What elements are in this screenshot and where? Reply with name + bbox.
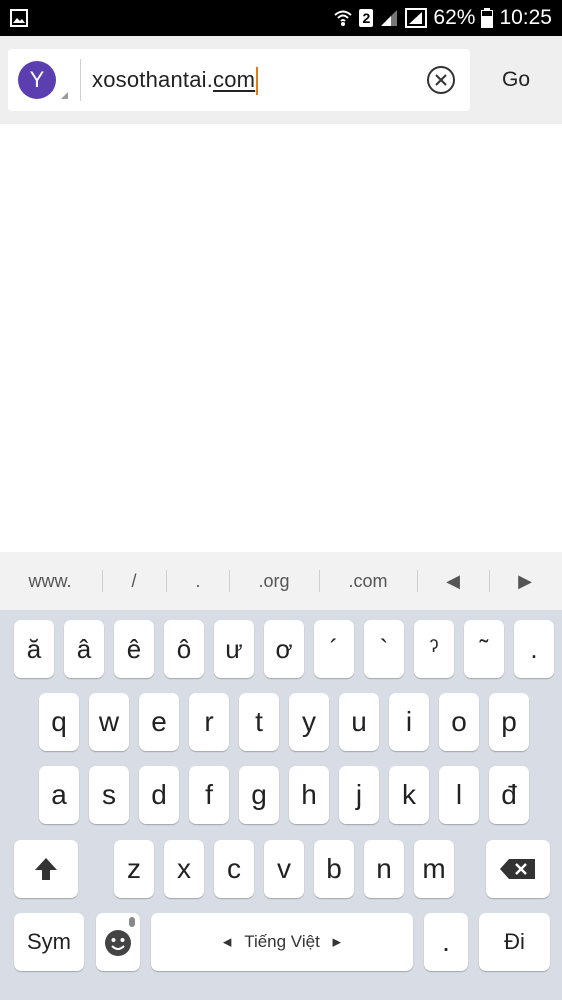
address-bar: Y xosothantai.com Go	[0, 36, 562, 124]
key[interactable]: i	[389, 693, 429, 751]
signal-icon	[381, 10, 398, 26]
key[interactable]: m	[414, 840, 454, 898]
key[interactable]: p	[489, 693, 529, 751]
sim-badge: 2	[359, 9, 374, 27]
key[interactable]: t	[239, 693, 279, 751]
url-text-plain: xosothantai.	[92, 67, 214, 92]
sym-key[interactable]: Sym	[14, 913, 84, 971]
url-text-composing: com	[213, 67, 256, 92]
emoji-icon	[105, 930, 131, 956]
suggestion-strip: www. / . .org .com ◀ ▶	[0, 552, 562, 610]
divider	[417, 570, 418, 592]
suggestion-org[interactable]: .org	[231, 552, 317, 610]
suggestion-dot[interactable]: .	[168, 552, 228, 610]
suggestion-www[interactable]: www.	[10, 552, 90, 610]
key[interactable]: v	[264, 840, 304, 898]
key[interactable]: h	[289, 766, 329, 824]
url-divider	[80, 59, 81, 101]
key[interactable]: s	[89, 766, 129, 824]
key[interactable]: ơ	[264, 620, 304, 678]
suggestion-com[interactable]: .com	[321, 552, 415, 610]
divider	[229, 570, 230, 592]
divider	[319, 570, 320, 592]
key[interactable]: f	[189, 766, 229, 824]
battery-percent: 62%	[433, 6, 476, 29]
space-key[interactable]: ◂ Tiếng Việt ▸	[151, 913, 413, 971]
backspace-key[interactable]	[486, 840, 550, 898]
key[interactable]: g	[239, 766, 279, 824]
backspace-icon	[500, 859, 535, 879]
status-right: 2 62% 10:25	[333, 0, 552, 36]
url-input[interactable]: xosothantai.com	[92, 63, 259, 97]
key[interactable]: r	[189, 693, 229, 751]
key[interactable]: e	[139, 693, 179, 751]
divider	[489, 570, 490, 592]
text-cursor	[256, 67, 259, 96]
key[interactable]: .	[514, 620, 554, 678]
cursor-left-icon[interactable]: ◀	[419, 552, 487, 610]
signal-icon	[405, 8, 428, 28]
key[interactable]: b	[314, 840, 354, 898]
key[interactable]: k	[389, 766, 429, 824]
key[interactable]: u	[339, 693, 379, 751]
key[interactable]: ˀ	[414, 620, 454, 678]
mic-icon	[129, 917, 135, 927]
key[interactable]: ê	[114, 620, 154, 678]
keyboard: Sym ◂ Tiếng Việt ▸ . Đi ă â ê ô ư ơ ´ ` ˀ ˜. q w e r t…	[0, 610, 562, 1000]
shift-icon	[35, 858, 57, 880]
key[interactable]: ô	[164, 620, 204, 678]
battery-icon	[481, 8, 494, 28]
key[interactable]: `	[364, 620, 404, 678]
suggestion-slash[interactable]: /	[104, 552, 164, 610]
key[interactable]: o	[439, 693, 479, 751]
key[interactable]: đ	[489, 766, 529, 824]
emoji-key[interactable]	[96, 913, 140, 971]
key[interactable]: x	[164, 840, 204, 898]
divider	[102, 570, 103, 592]
divider	[166, 570, 167, 592]
key[interactable]: c	[214, 840, 254, 898]
period-key[interactable]: .	[424, 913, 468, 971]
account-avatar[interactable]: Y	[18, 61, 56, 99]
avatar-dropdown-icon	[61, 92, 68, 99]
key[interactable]: ă	[14, 620, 54, 678]
clear-circle-icon[interactable]	[426, 65, 456, 95]
key[interactable]: a	[39, 766, 79, 824]
key[interactable]: w	[89, 693, 129, 751]
url-box[interactable]: Y xosothantai.com	[8, 49, 470, 111]
clock: 10:25	[499, 6, 552, 29]
key[interactable]: j	[339, 766, 379, 824]
key[interactable]: ´	[314, 620, 354, 678]
key[interactable]: d	[139, 766, 179, 824]
space-left-arrow-icon: ◂	[222, 932, 232, 951]
cursor-right-icon[interactable]: ▶	[491, 552, 559, 610]
key[interactable]: ư	[214, 620, 254, 678]
key[interactable]: z	[114, 840, 154, 898]
key[interactable]: y	[289, 693, 329, 751]
enter-key[interactable]: Đi	[479, 913, 550, 971]
shift-key[interactable]	[14, 840, 78, 898]
go-button[interactable]: Go	[480, 62, 552, 98]
space-key-label: Tiếng Việt	[244, 932, 320, 951]
key[interactable]: â	[64, 620, 104, 678]
status-bar: 2 62% 10:25	[0, 0, 562, 36]
key[interactable]: ˜	[464, 620, 504, 678]
wifi-icon	[334, 10, 353, 26]
key[interactable]: n	[364, 840, 404, 898]
key[interactable]: l	[439, 766, 479, 824]
gallery-icon	[10, 9, 28, 27]
space-right-arrow-icon: ▸	[332, 932, 342, 951]
key[interactable]: q	[39, 693, 79, 751]
